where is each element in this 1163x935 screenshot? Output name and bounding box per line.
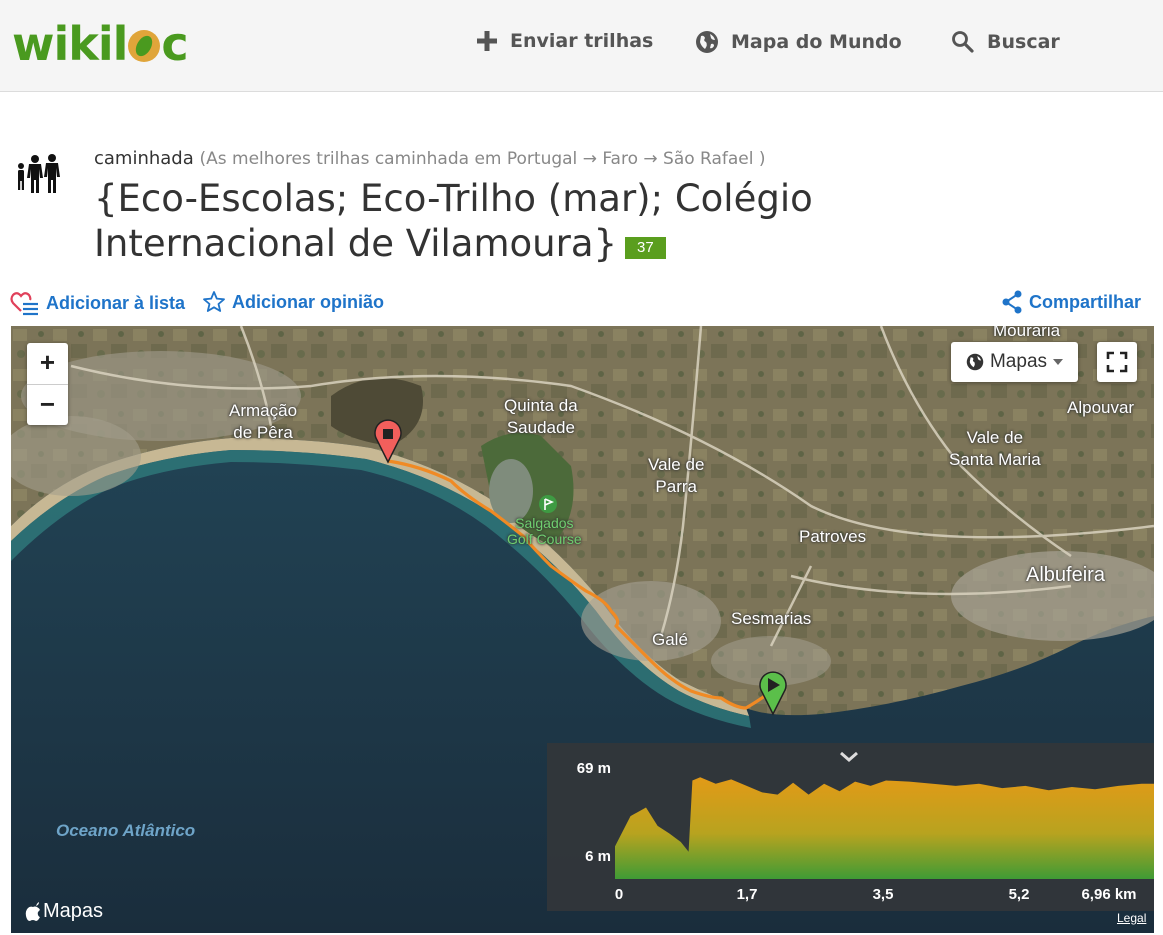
heart-list-icon	[10, 292, 38, 316]
trail-id-badge: 37	[625, 237, 666, 259]
elevation-y-tick: 69 m	[577, 760, 611, 777]
elevation-profile-panel[interactable]: 69 m 6 m 0 1,7 3,5 5,2 6,96 km	[547, 743, 1154, 911]
fullscreen-icon	[1106, 351, 1128, 373]
activity-breadcrumb: caminhada (As melhores trilhas caminhada…	[94, 148, 766, 169]
trail-title-block: {Eco-Escolas; Eco-Trilho (mar); Colégio …	[94, 176, 994, 266]
star-icon	[203, 291, 225, 312]
ocean-label: Oceano Atlântico	[56, 821, 196, 840]
search-icon	[952, 31, 974, 53]
elevation-x-tick: 1,7	[737, 886, 758, 903]
plus-icon	[477, 31, 497, 51]
fullscreen-button[interactable]	[1097, 342, 1137, 382]
nav-search-label: Buscar	[987, 31, 1060, 53]
top-navigation-bar: wikil c Enviar trilhas Mapa do Mundo Busc…	[0, 0, 1163, 92]
place-label-sesmarias: Sesmarias	[731, 609, 812, 628]
elevation-x-tick: 5,2	[1009, 886, 1030, 903]
location-breadcrumb[interactable]: (As melhores trilhas caminhada em Portug…	[200, 149, 766, 169]
map-provider-label: Mapas	[43, 900, 104, 922]
add-to-list-button[interactable]: Adicionar à lista	[10, 290, 185, 316]
zoom-out-button[interactable]: −	[27, 384, 68, 425]
map-provider-attribution: Mapas	[25, 900, 103, 923]
place-label-salgados-golf-course: Salgados Golf Course	[507, 515, 582, 547]
nav-world-map[interactable]: Mapa do Mundo	[695, 30, 902, 54]
nav-upload-trails[interactable]: Enviar trilhas	[476, 30, 653, 52]
place-label-quinta-da-saudade: Quinta da Saudade	[504, 396, 578, 437]
share-button[interactable]: Compartilhar	[1001, 290, 1141, 314]
elevation-chart: 69 m 6 m 0 1,7 3,5 5,2 6,96 km	[577, 751, 1154, 903]
place-label-patroves: Patroves	[799, 527, 867, 546]
add-review-button[interactable]: Adicionar opinião	[202, 290, 384, 314]
elevation-x-tick: 3,5	[873, 886, 894, 903]
activity-type[interactable]: caminhada	[94, 148, 194, 169]
share-icon	[1002, 290, 1022, 314]
caret-down-icon	[1053, 359, 1064, 365]
map-layers-label: Mapas	[989, 351, 1048, 372]
globe-icon	[696, 31, 718, 53]
wikiloc-logo[interactable]: wikil c	[12, 14, 189, 74]
legal-link[interactable]: Legal	[1117, 911, 1146, 925]
globe-icon	[966, 353, 984, 371]
place-label-gale: Galé	[652, 630, 688, 649]
add-to-list-label: Adicionar à lista	[46, 292, 186, 313]
hiking-people-icon	[18, 154, 60, 193]
nav-world-map-label: Mapa do Mundo	[731, 31, 902, 53]
elevation-x-tick: 0	[615, 886, 623, 903]
place-label-armacao-de-pera: Armação de Pêra	[229, 401, 298, 442]
nav-upload-label: Enviar trilhas	[510, 30, 654, 52]
zoom-controls: + −	[27, 343, 68, 425]
place-label-vale-de-parra: Vale de Parra	[648, 455, 705, 496]
map-layers-button[interactable]: Mapas	[951, 342, 1078, 382]
trail-actions: Adicionar à lista Adicionar opinião Comp…	[10, 290, 1141, 320]
place-label-albufeira: Albufeira	[1026, 564, 1105, 586]
trail-map[interactable]: Mouraria Armação de Pêra Quinta da Sauda…	[11, 326, 1154, 933]
logo-leaf-icon	[128, 30, 161, 62]
add-review-label: Adicionar opinião	[232, 291, 385, 312]
collapse-chevron-icon[interactable]	[840, 751, 858, 762]
elevation-area	[615, 777, 1154, 879]
trail-title: {Eco-Escolas; Eco-Trilho (mar); Colégio …	[94, 177, 813, 265]
nav-search[interactable]: Buscar	[951, 30, 1060, 54]
elevation-y-tick: 6 m	[585, 848, 611, 865]
place-label-alpouvar: Alpouvar	[1067, 398, 1135, 417]
place-label-mouraria: Mouraria	[993, 326, 1061, 340]
zoom-in-button[interactable]: +	[27, 343, 68, 384]
elevation-x-tick: 6,96 km	[1081, 886, 1136, 903]
apple-logo-icon	[25, 902, 40, 921]
place-label-vale-de-santa-maria: Vale de Santa Maria	[949, 428, 1041, 469]
share-label: Compartilhar	[1028, 291, 1141, 312]
